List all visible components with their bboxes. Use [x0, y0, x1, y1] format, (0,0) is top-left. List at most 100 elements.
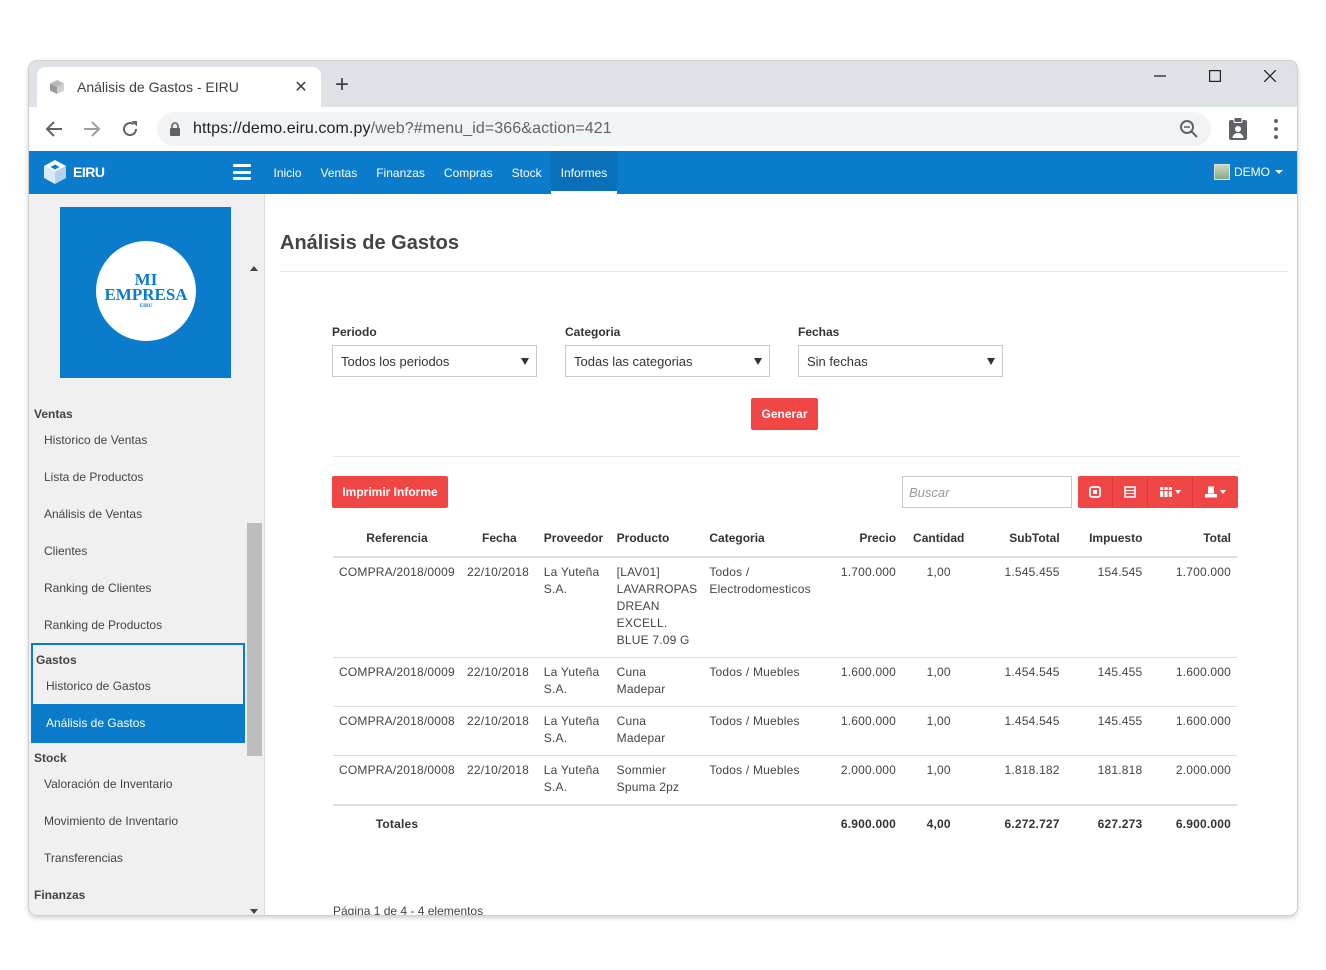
title-divider — [280, 271, 1288, 272]
total-tax: 627.273 — [1065, 804, 1149, 843]
tab-close-icon[interactable]: ✕ — [293, 77, 309, 97]
export-button[interactable] — [1193, 476, 1238, 508]
user-menu[interactable]: DEMO — [1214, 164, 1283, 180]
clipboard-icon[interactable] — [1227, 117, 1249, 141]
dropdown-arrow-icon — [754, 358, 762, 365]
cell-subtotal: 1.454.545 — [975, 706, 1066, 756]
window-controls — [1132, 61, 1297, 91]
categoria-select[interactable]: Todas las categorias — [565, 345, 770, 377]
sidebar-item-historico-ventas[interactable]: Historico de Ventas — [29, 421, 245, 458]
maximize-icon[interactable] — [1187, 61, 1242, 91]
sidebar-item-ranking-clientes[interactable]: Ranking de Clientes — [29, 569, 245, 606]
cell-product: Cuna Madepar — [610, 657, 704, 707]
browser-tab[interactable]: Análisis de Gastos - EIRU ✕ — [37, 67, 321, 107]
nav-finanzas[interactable]: Finanzas — [367, 151, 435, 194]
filter-label: Fechas — [798, 325, 840, 339]
sidebar-item-movimiento-inventario[interactable]: Movimiento de Inventario — [29, 802, 245, 839]
cell-total: 1.700.000 — [1148, 557, 1237, 658]
print-report-button[interactable]: Imprimir Informe — [332, 476, 448, 508]
total-qty: 4,00 — [902, 804, 976, 843]
col-header[interactable]: SubTotal — [975, 520, 1066, 558]
table-row[interactable]: COMPRA/2018/0008 22/10/2018 La Yuteña S.… — [333, 755, 1237, 806]
cell-total: 2.000.000 — [1148, 755, 1237, 806]
logo-text-eiru: EIRU — [139, 303, 153, 309]
col-header[interactable]: Referencia — [333, 520, 461, 558]
favicon-cube-icon — [50, 80, 64, 94]
col-header[interactable]: Impuesto — [1065, 520, 1149, 558]
col-header[interactable]: Fecha — [460, 520, 538, 558]
fechas-value: Sin fechas — [807, 353, 868, 369]
col-header[interactable]: Precio — [822, 520, 903, 558]
sidebar-item-historico-gastos[interactable]: Historico de Gastos — [33, 667, 243, 704]
close-window-icon[interactable] — [1242, 61, 1297, 91]
sidebar-item-clientes[interactable]: Clientes — [29, 532, 245, 569]
columns-icon — [1159, 487, 1172, 497]
export-icon — [1205, 486, 1217, 498]
nav-inicio[interactable]: Inicio — [264, 151, 311, 194]
top-nav: Inicio Ventas Finanzas Compras Stock Inf… — [264, 151, 617, 194]
reload-icon[interactable] — [111, 110, 149, 148]
sidebar-item-ranking-productos[interactable]: Ranking de Productos — [29, 606, 245, 643]
cell-date: 22/10/2018 — [460, 706, 538, 756]
url-path: /web?#menu_id=366&action=421 — [370, 120, 612, 137]
main-content: Análisis de Gastos Periodo Todos los per… — [266, 194, 1297, 915]
col-header[interactable]: Categoria — [703, 520, 823, 558]
new-tab-icon[interactable]: + — [335, 73, 349, 97]
cell-qty: 1,00 — [902, 706, 976, 756]
col-header[interactable]: Cantidad — [902, 520, 976, 558]
cell-category: Todos / Muebles — [703, 706, 823, 756]
menu-dots-icon[interactable] — [1271, 117, 1281, 141]
sidebar-item-valoracion-inventario[interactable]: Valoración de Inventario — [29, 765, 245, 802]
brand[interactable]: EIRU — [41, 158, 105, 186]
eiru-cube-icon — [44, 160, 66, 184]
table-row[interactable]: COMPRA/2018/0008 22/10/2018 La Yuteña S.… — [333, 706, 1237, 756]
total-total: 6.900.000 — [1148, 804, 1237, 843]
filter-label: Categoria — [565, 325, 621, 339]
search-input[interactable]: Buscar — [902, 476, 1072, 508]
back-icon[interactable] — [35, 110, 73, 148]
sidebar-item-analisis-ventas[interactable]: Análisis de Ventas — [29, 495, 245, 532]
nav-ventas[interactable]: Ventas — [311, 151, 367, 194]
tab-bar: Análisis de Gastos - EIRU ✕ + — [29, 61, 1297, 107]
sidebar-item-analisis-gastos[interactable]: Análisis de Gastos — [33, 704, 243, 741]
fechas-select[interactable]: Sin fechas — [798, 345, 1003, 377]
cell-supplier: La Yuteña S.A. — [537, 706, 611, 756]
forward-icon[interactable] — [73, 110, 111, 148]
periodo-select[interactable]: Todos los periodos — [332, 345, 537, 377]
scroll-down-icon[interactable] — [250, 909, 258, 914]
pdf-button[interactable] — [1078, 476, 1113, 508]
sidebar-item-transferencias[interactable]: Transferencias — [29, 839, 245, 876]
cell-tax: 154.545 — [1065, 557, 1149, 658]
col-header[interactable]: Producto — [610, 520, 704, 558]
total-subtotal: 6.272.727 — [975, 804, 1066, 843]
col-header[interactable]: Total — [1148, 520, 1237, 558]
pager-info: Página 1 de 4 - 4 elementos — [333, 904, 484, 915]
zoom-icon[interactable] — [1179, 119, 1199, 139]
table-row[interactable]: COMPRA/2018/0009 22/10/2018 La Yuteña S.… — [333, 657, 1237, 707]
filter-label: Periodo — [332, 325, 377, 339]
generate-button[interactable]: Generar — [751, 398, 818, 430]
cell-qty: 1,00 — [902, 657, 976, 707]
table-header-row: Referencia Fecha Proveedor Producto Cate… — [333, 520, 1237, 558]
nav-stock[interactable]: Stock — [502, 151, 551, 194]
sidebar-section-stock: Stock — [34, 751, 67, 765]
sidebar-item-lista-productos[interactable]: Lista de Productos — [29, 458, 245, 495]
table-row[interactable]: COMPRA/2018/0009 22/10/2018 La Yuteña S.… — [333, 557, 1237, 658]
minimize-icon[interactable] — [1132, 61, 1187, 91]
excel-button[interactable] — [1113, 476, 1148, 508]
hamburger-icon[interactable] — [233, 164, 251, 180]
sidebar-scroll-thumb[interactable] — [247, 523, 262, 756]
nav-compras[interactable]: Compras — [434, 151, 502, 194]
cell-subtotal: 1.818.182 — [975, 755, 1066, 806]
cell-qty: 1,00 — [902, 755, 976, 806]
periodo-value: Todos los periodos — [341, 353, 450, 369]
col-header[interactable]: Proveedor — [537, 520, 611, 558]
scroll-up-icon[interactable] — [250, 266, 258, 271]
cell-tax: 181.818 — [1065, 755, 1149, 806]
sidebar-menu: Ventas Historico de Ventas Lista de Prod… — [29, 399, 245, 902]
columns-button[interactable] — [1148, 476, 1193, 508]
nav-informes[interactable]: Informes — [551, 151, 617, 194]
url-input[interactable]: https://demo.eiru.com.py/web?#menu_id=36… — [157, 112, 1211, 146]
cell-subtotal: 1.545.455 — [975, 557, 1066, 658]
chevron-down-icon — [1275, 170, 1283, 174]
